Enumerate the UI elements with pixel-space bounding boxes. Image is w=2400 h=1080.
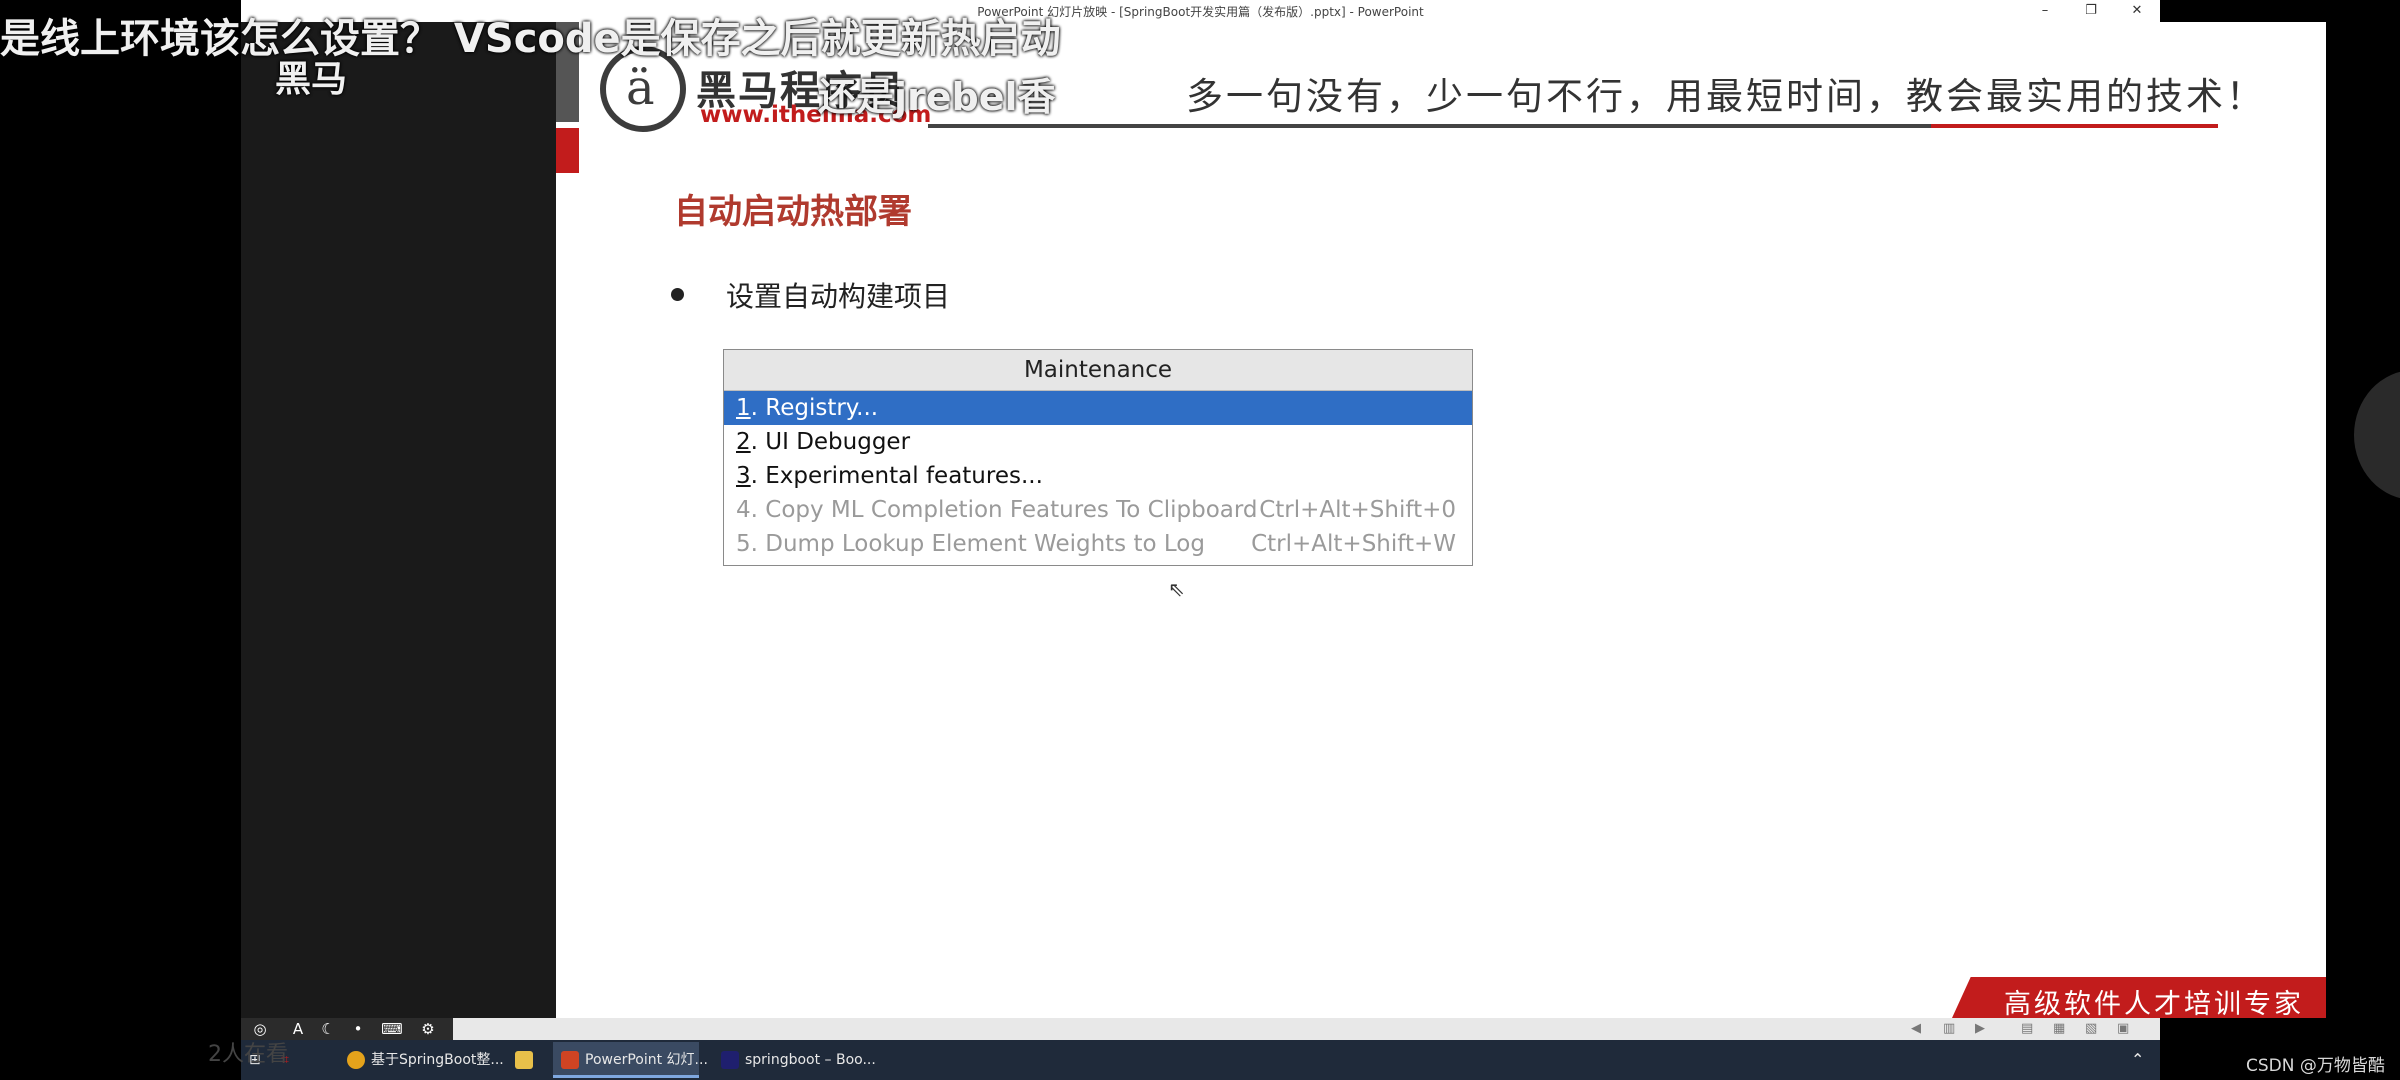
slides-icon[interactable]: ▥ <box>1943 1021 1955 1036</box>
reading-view-icon[interactable]: ▧ <box>2085 1021 2097 1036</box>
mouse-cursor-icon: ⇖ <box>1168 577 1185 601</box>
intellij-icon <box>721 1051 739 1069</box>
item-label: . Registry... <box>750 395 879 421</box>
powerpoint-window: PowerPoint 幻灯片放映 - [SpringBoot开发实用篇（发布版）… <box>241 0 2326 1080</box>
item-number: 3 <box>736 463 751 489</box>
bullet-text: 设置自动构建项目 <box>726 280 951 313</box>
close-icon[interactable]: ✕ <box>2114 0 2160 22</box>
item-label: . Copy ML Completion Features To Clipboa… <box>750 497 1258 523</box>
slide-slogan: 多一句没有，少一句不行，用最短时间，教会最实用的技术！ <box>1186 75 2266 118</box>
windows-taskbar: ⊞ ⌗ 基于SpringBoot整... PowerPoint 幻灯... sp… <box>241 1040 2160 1080</box>
slide-left-accent <box>556 128 579 173</box>
taskbar-item-intellij[interactable]: springboot – Boo... <box>713 1042 876 1078</box>
powerpoint-icon <box>561 1051 579 1069</box>
maintenance-item-registry[interactable]: 1. Registry... <box>724 391 1472 425</box>
minimize-icon[interactable]: – <box>2022 0 2068 22</box>
restore-icon[interactable]: ❐ <box>2068 0 2114 22</box>
header-divider-accent <box>1931 124 2218 128</box>
chrome-icon <box>347 1051 365 1069</box>
item-label: . Experimental features... <box>750 463 1043 489</box>
grid-view-icon[interactable]: ▦ <box>2053 1021 2065 1036</box>
pen-icon[interactable]: ☾ <box>313 1019 343 1039</box>
presenter-toolbar: ◎ A ☾ • ⌨ ⚙ ◀ ▥ ▶ ▤ ▦ ▧ ▣ <box>241 1018 2160 1040</box>
danmaku-comment: 还是jrebel香 <box>818 75 1056 119</box>
highlighter-icon[interactable]: • <box>343 1019 373 1039</box>
file-explorer-icon <box>515 1051 533 1069</box>
taskbar-item-powerpoint[interactable]: PowerPoint 幻灯... <box>553 1042 708 1078</box>
taskbar-label: PowerPoint 幻灯... <box>585 1052 708 1068</box>
maintenance-item-dump-lookup: 5. Dump Lookup Element Weights to Log Ct… <box>724 527 1472 561</box>
slideshow-view-icon[interactable]: ▣ <box>2117 1021 2129 1036</box>
taskbar-label: springboot – Boo... <box>745 1052 876 1068</box>
normal-view-icon[interactable]: ▤ <box>2021 1021 2033 1036</box>
item-label: . UI Debugger <box>750 429 911 455</box>
bullet-icon <box>671 288 684 301</box>
item-number: 1 <box>736 395 751 421</box>
maintenance-item-ui-debugger[interactable]: 2. UI Debugger <box>724 425 1472 459</box>
next-slide-icon[interactable]: ▶ <box>1975 1021 1985 1036</box>
chevron-up-icon[interactable]: ⌃ <box>2131 1042 2155 1078</box>
csdn-watermark: CSDN @万物皆酷 <box>2246 1056 2385 1076</box>
item-shortcut: Ctrl+Alt+Shift+W <box>1251 531 1456 557</box>
slide-footer-text: 高级软件人才培训专家 <box>2004 989 2304 1018</box>
taskbar-item-chrome[interactable]: 基于SpringBoot整... <box>339 1042 504 1078</box>
item-number: 5 <box>736 531 751 557</box>
danmaku-comment: 黑马 <box>275 59 348 100</box>
prev-slide-icon[interactable]: ◀ <box>1911 1021 1921 1036</box>
slide: ä 黑马程序员 www.itheima.com 多一句没有，少一句不行，用最短时… <box>556 22 2326 1018</box>
slide-footer-banner: 高级软件人才培训专家 <box>1952 977 2326 1018</box>
taskbar-label: 基于SpringBoot整... <box>371 1052 504 1068</box>
maintenance-item-experimental[interactable]: 3. Experimental features... <box>724 459 1472 493</box>
item-number: 4 <box>736 497 751 523</box>
keyboard-icon[interactable]: ⌨ <box>377 1019 407 1039</box>
gear-icon[interactable]: ⚙ <box>413 1019 443 1039</box>
maintenance-header: Maintenance <box>724 350 1472 391</box>
slide-title: 自动启动热部署 <box>674 192 912 232</box>
item-label: . Dump Lookup Element Weights to Log <box>750 531 1205 557</box>
side-float-button[interactable] <box>2354 370 2400 500</box>
maintenance-popup: Maintenance 1. Registry... 2. UI Debugge… <box>723 349 1473 566</box>
taskbar-item-explorer[interactable] <box>507 1042 547 1078</box>
item-shortcut: Ctrl+Alt+Shift+0 <box>1259 497 1456 523</box>
live-viewer-count: 2人在看 <box>208 1042 288 1067</box>
item-number: 2 <box>736 429 751 455</box>
maintenance-item-copy-ml: 4. Copy ML Completion Features To Clipbo… <box>724 493 1472 527</box>
danmaku-comment: 是线上环境该怎么设置？ VScode是保存之后就更新热启动 <box>0 16 1061 62</box>
